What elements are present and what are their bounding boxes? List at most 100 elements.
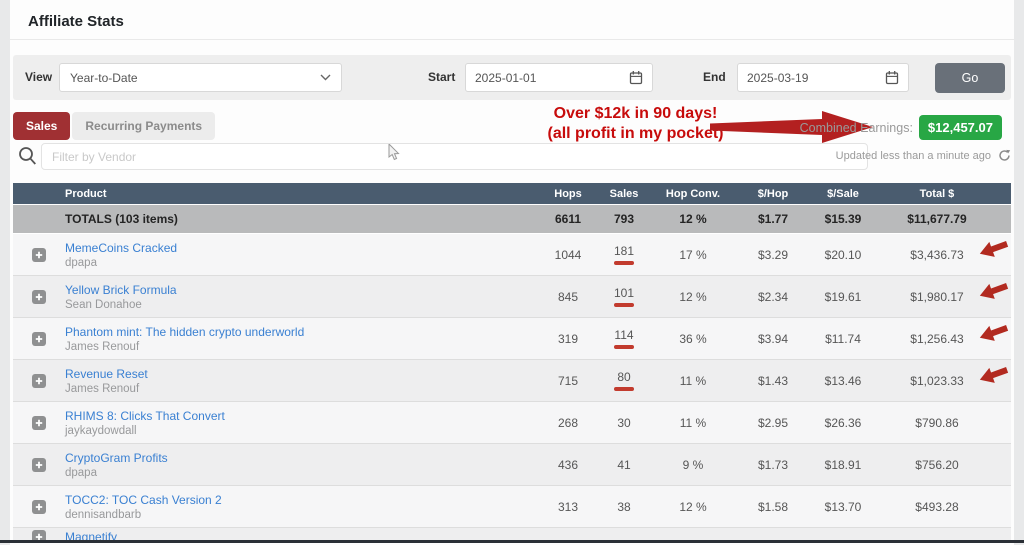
- total-value: $3,436.73: [882, 248, 992, 262]
- sales-value: 30: [604, 416, 644, 430]
- plus-icon: [35, 377, 43, 385]
- per-sale-value: $13.70: [804, 500, 882, 514]
- product-link[interactable]: Yellow Brick Formula: [65, 283, 532, 297]
- hops-value: 313: [532, 500, 604, 514]
- tab-sales[interactable]: Sales: [13, 112, 70, 140]
- hops-value: 268: [532, 416, 604, 430]
- vendor-name: dpapa: [65, 257, 532, 269]
- mouse-cursor: [388, 144, 401, 162]
- start-date-value: 2025-01-01: [475, 71, 536, 85]
- updated-status: Updated less than a minute ago: [836, 149, 1011, 162]
- product-link[interactable]: RHIMS 8: Clicks That Convert: [65, 409, 532, 423]
- view-select-value: Year-to-Date: [70, 71, 138, 85]
- per-hop-value: [742, 528, 804, 530]
- per-hop-value: $2.34: [742, 290, 804, 304]
- expand-row-button[interactable]: [32, 500, 46, 514]
- plus-icon: [35, 503, 43, 511]
- hop-conv-value: 11 %: [644, 416, 742, 430]
- updated-status-text: Updated less than a minute ago: [836, 150, 991, 162]
- vendor-filter-input[interactable]: [41, 143, 868, 170]
- total-value: $1,980.17: [882, 290, 992, 304]
- totals-hops: 6611: [532, 212, 604, 226]
- expand-row-button[interactable]: [32, 248, 46, 262]
- red-arrow-icon: [977, 321, 1009, 345]
- sales-value: 101: [604, 286, 644, 307]
- per-hop-value: $1.73: [742, 458, 804, 472]
- hop-conv-value: 17 %: [644, 248, 742, 262]
- annotation-line2: (all profit in my pocket): [538, 124, 733, 144]
- total-value: [882, 528, 992, 530]
- page-title: Affiliate Stats: [28, 13, 1014, 30]
- product-link[interactable]: CryptoGram Profits: [65, 451, 532, 465]
- total-value: $756.20: [882, 458, 992, 472]
- red-arrow-icon: [977, 363, 1009, 387]
- sales-value: 41: [604, 458, 644, 472]
- sales-value: [604, 528, 644, 530]
- refresh-icon[interactable]: [998, 149, 1011, 162]
- totals-per-sale: $15.39: [804, 212, 882, 226]
- per-sale-value: $26.36: [804, 416, 882, 430]
- table-row: RHIMS 8: Clicks That Convertjaykaydowdal…: [13, 402, 1011, 444]
- red-underline-mark: [614, 261, 634, 265]
- expand-row-button[interactable]: [32, 416, 46, 430]
- per-hop-value: $3.94: [742, 332, 804, 346]
- total-value: $1,023.33: [882, 374, 992, 388]
- sales-value: 38: [604, 500, 644, 514]
- sales-value: 114: [604, 328, 644, 349]
- red-arrow-icon: [977, 279, 1009, 303]
- screen-bottom-edge: [0, 540, 1024, 543]
- red-arrow-icon: [977, 237, 1009, 261]
- calendar-icon: [885, 70, 899, 85]
- search-icon: [18, 146, 37, 166]
- table-row: CryptoGram Profitsdpapa436419 %$1.73$18.…: [13, 444, 1011, 486]
- per-sale-value: $18.91: [804, 458, 882, 472]
- go-button[interactable]: Go: [935, 63, 1005, 93]
- end-date-label: End: [703, 70, 726, 84]
- expand-row-button[interactable]: [32, 374, 46, 388]
- plus-icon: [35, 293, 43, 301]
- vendor-name: James Renouf: [65, 341, 532, 353]
- sales-value: 80: [604, 370, 644, 391]
- vendor-name: James Renouf: [65, 383, 532, 395]
- hops-value: 715: [532, 374, 604, 388]
- hops-value: 319: [532, 332, 604, 346]
- start-date-input[interactable]: 2025-01-01: [465, 63, 653, 92]
- header-total: Total $: [882, 188, 992, 200]
- plus-icon: [35, 335, 43, 343]
- per-sale-value: [804, 528, 882, 530]
- per-sale-value: $19.61: [804, 290, 882, 304]
- combined-earnings-badge: $12,457.07: [919, 115, 1002, 140]
- expand-row-button[interactable]: [32, 458, 46, 472]
- table-row: Revenue ResetJames Renouf7158011 %$1.43$…: [13, 360, 1011, 402]
- view-select[interactable]: Year-to-Date: [59, 63, 342, 92]
- totals-total: $11,677.79: [882, 212, 992, 226]
- plus-icon: [35, 251, 43, 259]
- product-link[interactable]: Phantom mint: The hidden crypto underwor…: [65, 325, 532, 339]
- table-body: MemeCoins Crackeddpapa104418117 %$3.29$2…: [13, 234, 1011, 543]
- totals-hop-conv: 12 %: [644, 212, 742, 226]
- content-card: Affiliate Stats View Year-to-Date Start …: [10, 0, 1014, 545]
- start-date-label: Start: [428, 70, 455, 84]
- expand-row-button[interactable]: [32, 290, 46, 304]
- stats-table: Product Hops Sales Hop Conv. $/Hop $/Sal…: [13, 183, 1011, 543]
- header-sales: Sales: [604, 188, 644, 200]
- header-hops: Hops: [532, 188, 604, 200]
- product-link[interactable]: TOCC2: TOC Cash Version 2: [65, 493, 532, 507]
- totals-per-hop: $1.77: [742, 212, 804, 226]
- view-label: View: [25, 70, 52, 84]
- combined-earnings-label: Combined Earnings:: [800, 121, 913, 135]
- plus-icon: [35, 419, 43, 427]
- product-link[interactable]: Revenue Reset: [65, 367, 532, 381]
- product-link[interactable]: MemeCoins Cracked: [65, 241, 532, 255]
- expand-row-button[interactable]: [32, 332, 46, 346]
- totals-sales: 793: [604, 212, 644, 226]
- end-date-input[interactable]: 2025-03-19: [737, 63, 909, 92]
- tab-recurring-payments[interactable]: Recurring Payments: [72, 112, 215, 140]
- report-tabs: Sales Recurring Payments: [13, 112, 215, 140]
- hop-conv-value: [644, 528, 742, 530]
- page-header: Affiliate Stats: [10, 0, 1014, 40]
- hops-value: [532, 528, 604, 530]
- combined-earnings: Combined Earnings: $12,457.07: [800, 115, 1002, 140]
- header-hop-conv: Hop Conv.: [644, 188, 742, 200]
- hop-conv-value: 11 %: [644, 374, 742, 388]
